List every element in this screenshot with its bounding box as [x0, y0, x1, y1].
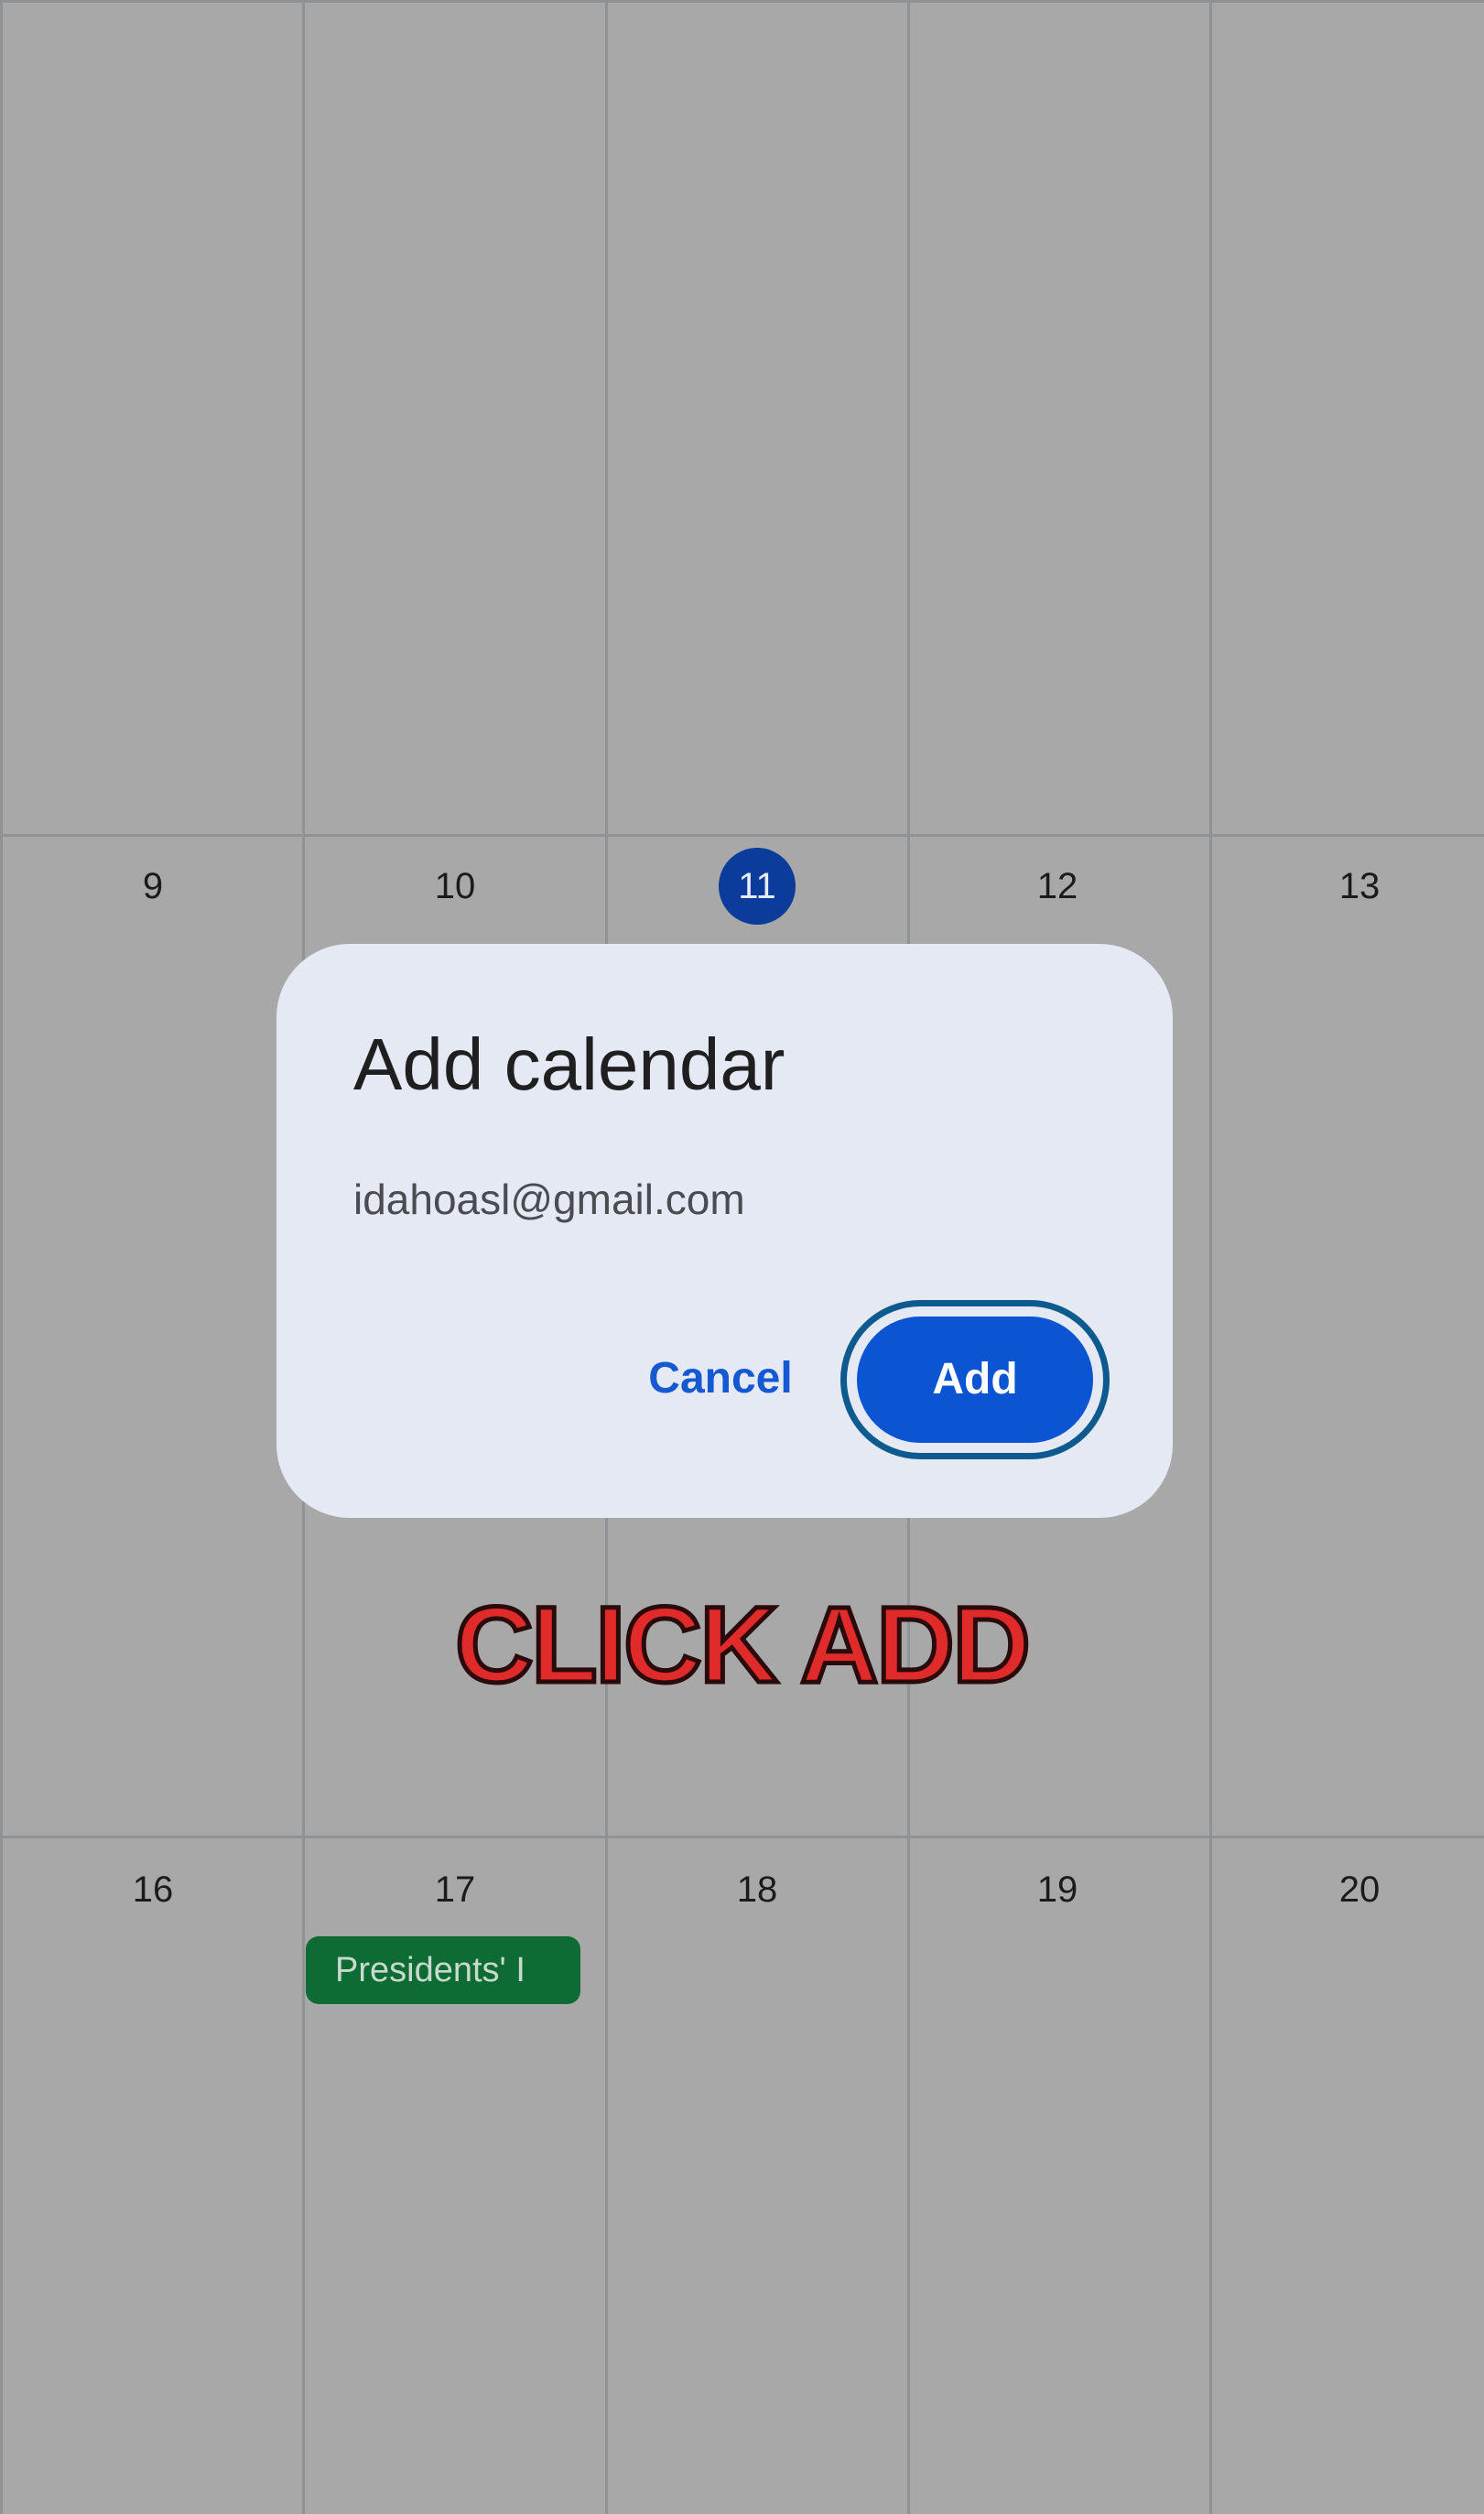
day-number[interactable]: 19 — [1012, 1862, 1103, 1917]
day-number[interactable]: 17 — [409, 1862, 501, 1917]
add-button[interactable]: Add — [852, 1312, 1098, 1447]
row-divider — [0, 0, 1484, 3]
day-number[interactable]: 16 — [107, 1862, 199, 1917]
column-divider — [0, 0, 3, 2514]
row-divider — [0, 834, 1484, 837]
dialog-title: Add calendar — [353, 1024, 785, 1105]
day-number-today[interactable]: 11 — [719, 848, 796, 925]
click-add-instruction: CLICK ADD — [453, 1585, 1034, 1706]
add-calendar-dialog: Add calendar idahoasl@gmail.com Cancel A… — [276, 944, 1173, 1518]
day-number[interactable]: 10 — [409, 859, 501, 914]
cancel-button[interactable]: Cancel — [615, 1338, 826, 1420]
event-chip-presidents-day[interactable]: Presidents' I — [306, 1936, 580, 2004]
row-divider — [0, 1836, 1484, 1838]
day-number[interactable]: 9 — [107, 859, 199, 914]
day-number[interactable]: 20 — [1314, 1862, 1405, 1917]
account-email: idahoasl@gmail.com — [353, 1176, 745, 1223]
day-number[interactable]: 13 — [1314, 859, 1405, 914]
day-number[interactable]: 18 — [711, 1862, 803, 1917]
column-divider — [1209, 0, 1212, 2514]
day-number[interactable]: 12 — [1012, 859, 1103, 914]
